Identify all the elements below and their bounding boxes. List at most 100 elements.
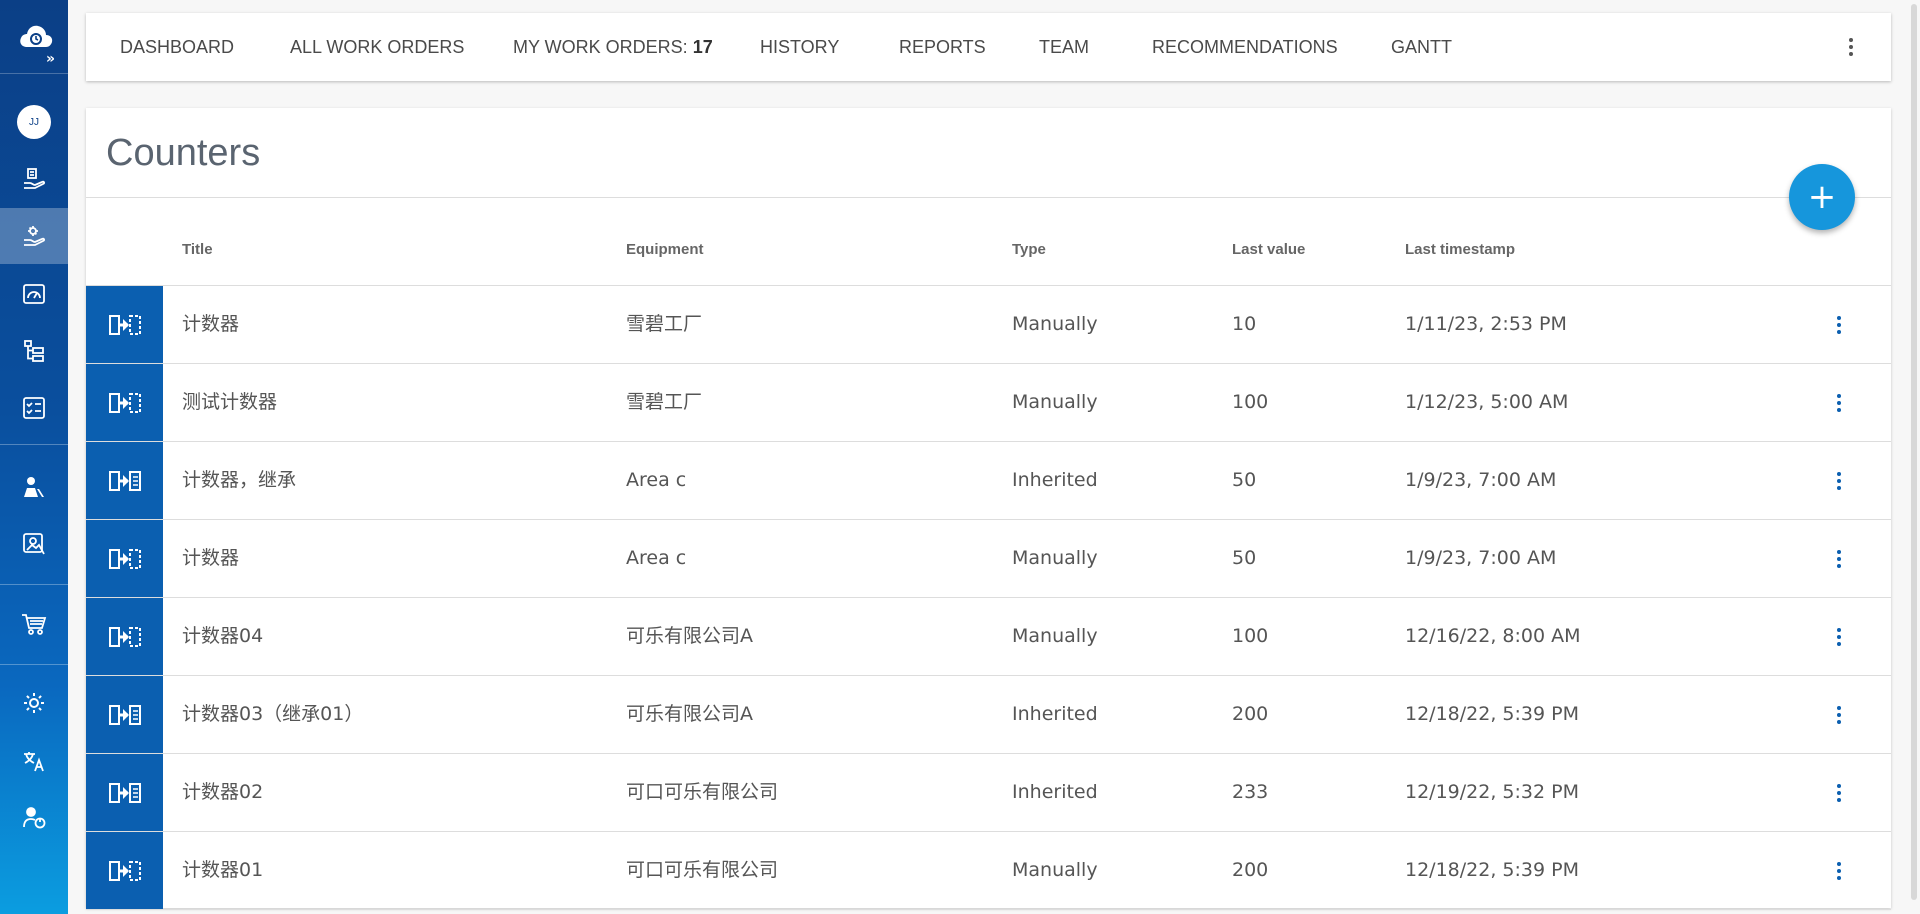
cell-title: 计数器01 <box>182 859 264 881</box>
cell-last-value: 50 <box>1232 547 1257 569</box>
counter-type-icon <box>86 832 163 909</box>
cell-last-timestamp: 1/11/23, 2:53 PM <box>1405 313 1567 335</box>
counter-type-icon <box>86 286 163 363</box>
cell-title: 计数器03（继承01） <box>182 703 364 725</box>
cell-last-timestamp: 1/9/23, 7:00 AM <box>1405 547 1557 569</box>
translate-icon <box>24 752 44 772</box>
cell-last-value: 200 <box>1232 703 1269 725</box>
row-more-options-icon[interactable] <box>1829 625 1849 649</box>
scrollbar[interactable] <box>1911 0 1920 914</box>
counter-manual-icon <box>108 860 141 881</box>
sidebar-item-shop[interactable] <box>0 596 68 652</box>
cell-title: 计数器04 <box>182 625 264 647</box>
cell-type: Inherited <box>1012 469 1098 491</box>
cell-last-timestamp: 1/9/23, 7:00 AM <box>1405 469 1557 491</box>
cell-last-value: 10 <box>1232 313 1257 335</box>
sidebar-item-theme[interactable] <box>0 675 68 731</box>
tab-history[interactable]: HISTORY <box>760 13 839 81</box>
cell-last-value: 100 <box>1232 391 1269 413</box>
tab-all-work-orders[interactable]: ALL WORK ORDERS <box>290 13 464 81</box>
counter-manual-icon <box>108 548 141 569</box>
add-counter-button[interactable]: + <box>1789 164 1855 230</box>
cell-last-value: 233 <box>1232 781 1269 803</box>
counter-inherited-icon <box>108 782 141 803</box>
checklist-icon <box>23 397 45 419</box>
sidebar-item-equipment[interactable] <box>0 323 68 379</box>
cell-title: 计数器，继承 <box>182 469 297 491</box>
table-row[interactable]: 计数器03（继承01） 可乐有限公司A Inherited 200 12/18/… <box>86 676 1891 754</box>
user-power-icon <box>23 807 46 829</box>
column-header-type[interactable]: Type <box>1012 241 1046 258</box>
cell-type: Manually <box>1012 313 1098 335</box>
sidebar-divider <box>0 444 68 445</box>
sidebar-divider <box>0 664 68 665</box>
table-row[interactable]: 计数器04 可乐有限公司A Manually 100 12/16/22, 8:0… <box>86 598 1891 676</box>
scrollbar-thumb[interactable] <box>1911 4 1917 900</box>
table-row[interactable]: 计数器 雪碧工厂 Manually 10 1/11/23, 2:53 PM <box>86 286 1891 364</box>
app-logo[interactable]: » <box>0 0 68 74</box>
tab-team[interactable]: TEAM <box>1039 13 1089 81</box>
expand-sidebar-icon[interactable]: » <box>46 52 55 66</box>
column-header-last-value[interactable]: Last value <box>1232 241 1305 258</box>
table-row[interactable]: 计数器 Area c Manually 50 1/9/23, 7:00 AM <box>86 520 1891 598</box>
cell-type: Manually <box>1012 391 1098 413</box>
cell-equipment: Area c <box>626 469 687 491</box>
tab-gantt[interactable]: GANTT <box>1391 13 1452 81</box>
cell-last-value: 200 <box>1232 859 1269 881</box>
hierarchy-icon <box>24 340 44 362</box>
row-more-options-icon[interactable] <box>1829 313 1849 337</box>
sidebar-item-checklists[interactable] <box>0 380 68 436</box>
top-navigation: DASHBOARD ALL WORK ORDERS MY WORK ORDERS… <box>86 13 1891 81</box>
cell-title: 计数器02 <box>182 781 264 803</box>
row-more-options-icon[interactable] <box>1829 547 1849 571</box>
cloud-logo-icon <box>20 25 53 47</box>
row-more-options-icon[interactable] <box>1829 391 1849 415</box>
tab-reports[interactable]: REPORTS <box>899 13 986 81</box>
counter-manual-icon <box>108 626 141 647</box>
cell-type: Manually <box>1012 625 1098 647</box>
cell-type: Manually <box>1012 859 1098 881</box>
title-divider <box>86 197 1891 198</box>
sidebar-item-requests[interactable] <box>0 151 68 207</box>
cell-title: 计数器 <box>182 547 240 569</box>
table-row[interactable]: 计数器02 可口可乐有限公司 Inherited 233 12/19/22, 5… <box>86 754 1891 832</box>
more-options-icon[interactable] <box>1841 37 1861 57</box>
cell-equipment: 雪碧工厂 <box>626 313 703 335</box>
counter-type-icon <box>86 364 163 441</box>
cell-equipment: 雪碧工厂 <box>626 391 703 413</box>
cell-last-value: 50 <box>1232 469 1257 491</box>
avatar: JJ <box>17 105 51 139</box>
row-more-options-icon[interactable] <box>1829 703 1849 727</box>
tab-my-work-orders[interactable]: MY WORK ORDERS: 17 <box>513 13 713 81</box>
cell-last-timestamp: 12/18/22, 5:39 PM <box>1405 859 1579 881</box>
cell-type: Manually <box>1012 547 1098 569</box>
row-more-options-icon[interactable] <box>1829 781 1849 805</box>
sidebar-item-language[interactable] <box>0 733 68 789</box>
column-header-last-timestamp[interactable]: Last timestamp <box>1405 241 1515 258</box>
row-more-options-icon[interactable] <box>1829 859 1849 883</box>
brightness-icon <box>24 693 44 713</box>
sidebar-divider <box>0 584 68 585</box>
counter-manual-icon <box>108 314 141 335</box>
column-header-equipment[interactable]: Equipment <box>626 241 704 258</box>
tab-recommendations[interactable]: RECOMMENDATIONS <box>1152 13 1338 81</box>
table-row[interactable]: 测试计数器 雪碧工厂 Manually 100 1/12/23, 5:00 AM <box>86 364 1891 442</box>
cell-equipment: 可口可乐有限公司 <box>626 781 779 803</box>
tab-dashboard[interactable]: DASHBOARD <box>120 13 234 81</box>
table-row[interactable]: 计数器01 可口可乐有限公司 Manually 200 12/18/22, 5:… <box>86 832 1891 910</box>
sidebar-item-work-orders[interactable] <box>0 208 68 264</box>
counter-type-icon <box>86 754 163 831</box>
column-header-title[interactable]: Title <box>182 241 213 258</box>
table-row[interactable]: 计数器，继承 Area c Inherited 50 1/9/23, 7:00 … <box>86 442 1891 520</box>
user-avatar[interactable]: JJ <box>0 94 68 150</box>
row-more-options-icon[interactable] <box>1829 469 1849 493</box>
sidebar-item-assets[interactable] <box>0 516 68 572</box>
sidebar-item-logout[interactable] <box>0 790 68 846</box>
equipment-photo-icon <box>23 533 45 555</box>
my-work-orders-count: 17 <box>692 37 713 57</box>
sidebar-item-technicians[interactable] <box>0 459 68 515</box>
cell-last-timestamp: 12/16/22, 8:00 AM <box>1405 625 1581 647</box>
counter-type-icon <box>86 442 163 519</box>
sidebar-item-counters[interactable] <box>0 266 68 322</box>
counter-type-icon <box>86 676 163 753</box>
